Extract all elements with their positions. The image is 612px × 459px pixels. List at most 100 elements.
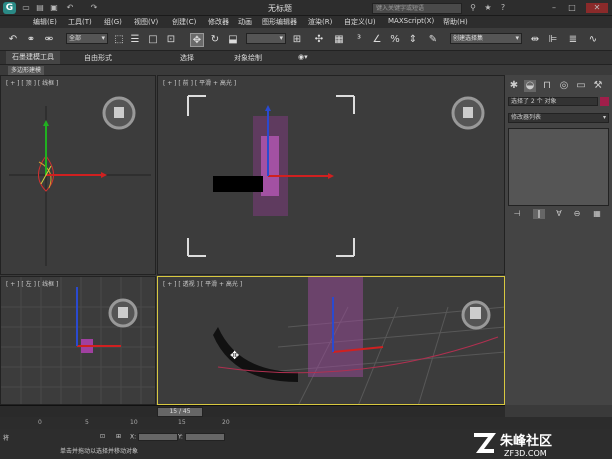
star-icon[interactable]: ★ <box>482 3 494 13</box>
angle-snap-icon[interactable]: ∠ <box>370 33 384 47</box>
svg-text:✥: ✥ <box>230 349 239 362</box>
app-logo-icon[interactable]: G <box>3 2 16 14</box>
select-object-icon[interactable]: ⬚ <box>112 33 126 47</box>
search-input[interactable]: 键入关键字或短语 <box>372 3 462 14</box>
menu-edit[interactable]: 编辑(E) <box>33 17 57 27</box>
remove-modifier-icon[interactable]: ⊖ <box>571 209 583 219</box>
time-slider-bar: 15 / 45 <box>0 405 505 417</box>
curve-editor-icon[interactable]: ∿ <box>586 33 600 47</box>
unlink-icon[interactable]: ⚮ <box>42 33 56 47</box>
modifier-stack[interactable] <box>508 128 609 206</box>
close-icon[interactable]: ✕ <box>586 3 608 13</box>
ruler-tick: 5 <box>85 419 89 426</box>
percent-snap-icon[interactable]: % <box>388 33 402 47</box>
layer-icon[interactable]: ≣ <box>566 33 580 47</box>
rect-selection-icon[interactable]: □ <box>146 33 160 47</box>
menu-tools[interactable]: 工具(T) <box>68 17 92 27</box>
display-panel-icon[interactable]: ▭ <box>575 80 587 92</box>
create-panel-icon[interactable]: ✱ <box>508 80 520 92</box>
viewport-left-scene <box>1 277 155 404</box>
title-bar: G ▭ ▤ ▣ ↶ ↷ 无标题 键入关键字或短语 ⚲ ★ ? – □ ✕ <box>0 0 612 16</box>
hierarchy-panel-icon[interactable]: ⊓ <box>541 80 553 92</box>
polygon-modeling-tab[interactable]: 多边形建模 <box>8 66 45 75</box>
reference-coord-dropdown[interactable] <box>246 33 286 44</box>
search-icon[interactable]: ⚲ <box>467 3 479 13</box>
tab-selection[interactable]: 选择 <box>180 53 194 63</box>
y-label: Y: <box>178 433 183 441</box>
menu-customize[interactable]: 自定义(U) <box>344 17 376 27</box>
ruler-tick: 0 <box>38 419 42 426</box>
edit-named-sets-icon[interactable]: ✎ <box>426 33 440 47</box>
ruler-tick: 10 <box>130 419 138 426</box>
tab-graphite-modeling[interactable]: 石墨建模工具 <box>6 51 60 64</box>
ruler-tick: 20 <box>222 419 230 426</box>
absolute-mode-icon[interactable]: ⊞ <box>116 433 121 442</box>
viewport-top[interactable]: [ + ] [ 顶 ] [ 线框 ] <box>0 75 156 275</box>
scale-icon[interactable]: ⬓ <box>226 33 240 47</box>
selection-filter-dropdown[interactable]: 全部 <box>66 33 108 44</box>
x-coord: X: <box>130 433 179 442</box>
menu-maxscript[interactable]: MAXScript(X) <box>388 17 434 25</box>
tab-object-paint[interactable]: 对象绘制 <box>234 53 262 63</box>
pivot-icon[interactable]: ⊞ <box>290 33 304 47</box>
menu-bar: 编辑(E) 工具(T) 组(G) 视图(V) 创建(C) 修改器 动画 图形编辑… <box>0 16 612 28</box>
mirror-icon[interactable]: ⇹ <box>528 33 542 47</box>
manipulate-icon[interactable]: ✣ <box>312 33 326 47</box>
snap-3d-icon[interactable]: ³ <box>352 33 366 47</box>
undo-icon[interactable]: ↶ <box>64 3 76 13</box>
help-icon[interactable]: ? <box>497 3 509 13</box>
pin-stack-icon[interactable]: ⊣ <box>511 209 523 219</box>
menu-modifiers[interactable]: 修改器 <box>208 17 229 27</box>
undo-tool-icon[interactable]: ↶ <box>6 33 20 47</box>
status-bar: 将 ⊡ ⊞ X: Y: 单击并拖动以选择并移动对象 朱峰社区 ZF3D.COM <box>0 429 612 459</box>
menu-view[interactable]: 视图(V) <box>134 17 158 27</box>
time-slider[interactable]: 15 / 45 <box>157 407 203 417</box>
menu-group[interactable]: 组(G) <box>104 17 122 27</box>
viewport-perspective-scene: ✥ <box>213 277 504 404</box>
maximize-icon[interactable]: □ <box>566 3 578 13</box>
selection-name-field[interactable]: 选择了 2 个 对象 <box>508 97 598 106</box>
make-unique-icon[interactable]: ∀ <box>553 209 565 219</box>
viewport-left[interactable]: [ + ] [ 左 ] [ 线框 ] <box>0 276 156 405</box>
lock-selection-icon[interactable]: ⊡ <box>100 433 105 442</box>
motion-panel-icon[interactable]: ◎ <box>558 80 570 92</box>
configure-sets-icon[interactable]: ▦ <box>591 209 603 219</box>
save-icon[interactable]: ▣ <box>48 3 60 13</box>
watermark-url: ZF3D.COM <box>504 449 547 458</box>
prompt-line: 单击并拖动以选择并移动对象 <box>60 448 139 455</box>
modify-panel-icon[interactable]: ◒ <box>524 80 536 92</box>
named-selection-dropdown[interactable]: 创建选择集 <box>450 33 522 44</box>
rotate-icon[interactable]: ↻ <box>208 33 222 47</box>
utilities-panel-icon[interactable]: ⚒ <box>592 80 604 92</box>
minimize-icon[interactable]: – <box>548 3 560 13</box>
menu-help[interactable]: 帮助(H) <box>443 17 468 27</box>
viewport-front[interactable]: [ + ] [ 前 ] [ 平滑 + 高光 ] <box>157 75 505 275</box>
menu-animation[interactable]: 动画 <box>238 17 252 27</box>
align-icon[interactable]: ⊫ <box>546 33 560 47</box>
select-by-name-icon[interactable]: ☰ <box>128 33 142 47</box>
y-coord-input[interactable] <box>184 433 225 441</box>
menu-rendering[interactable]: 渲染(R) <box>308 17 332 27</box>
ribbon-options-icon[interactable]: ◉▾ <box>298 53 308 61</box>
tab-freeform[interactable]: 自由形式 <box>84 53 112 63</box>
watermark-brand: 朱峰社区 <box>499 433 552 449</box>
viewport-front-scene <box>187 95 485 257</box>
open-icon[interactable]: ▤ <box>34 3 46 13</box>
spinner-snap-icon[interactable]: ⇕ <box>406 33 420 47</box>
move-icon[interactable]: ✥ <box>190 33 204 47</box>
maxscript-listener[interactable]: 将 <box>3 433 9 442</box>
modifier-list-dropdown[interactable]: 修改器列表 <box>508 113 609 123</box>
track-bar[interactable]: 0 5 10 15 20 <box>0 417 612 429</box>
show-end-result-icon[interactable]: ‖ <box>533 209 545 219</box>
menu-graph-editors[interactable]: 图形编辑器 <box>262 17 297 27</box>
window-crossing-icon[interactable]: ⊡ <box>164 33 178 47</box>
keyboard-shortcut-icon[interactable]: ▦ <box>332 33 346 47</box>
new-icon[interactable]: ▭ <box>20 3 32 13</box>
object-color-swatch[interactable] <box>600 97 609 106</box>
redo-icon[interactable]: ↷ <box>88 3 100 13</box>
viewport-perspective[interactable]: [ + ] [ 透视 ] [ 平滑 + 高光 ] ✥ <box>157 276 505 405</box>
link-icon[interactable]: ⚭ <box>24 33 38 47</box>
x-coord-input[interactable] <box>138 433 179 441</box>
viewport-top-scene <box>9 96 151 266</box>
menu-create[interactable]: 创建(C) <box>172 17 196 27</box>
